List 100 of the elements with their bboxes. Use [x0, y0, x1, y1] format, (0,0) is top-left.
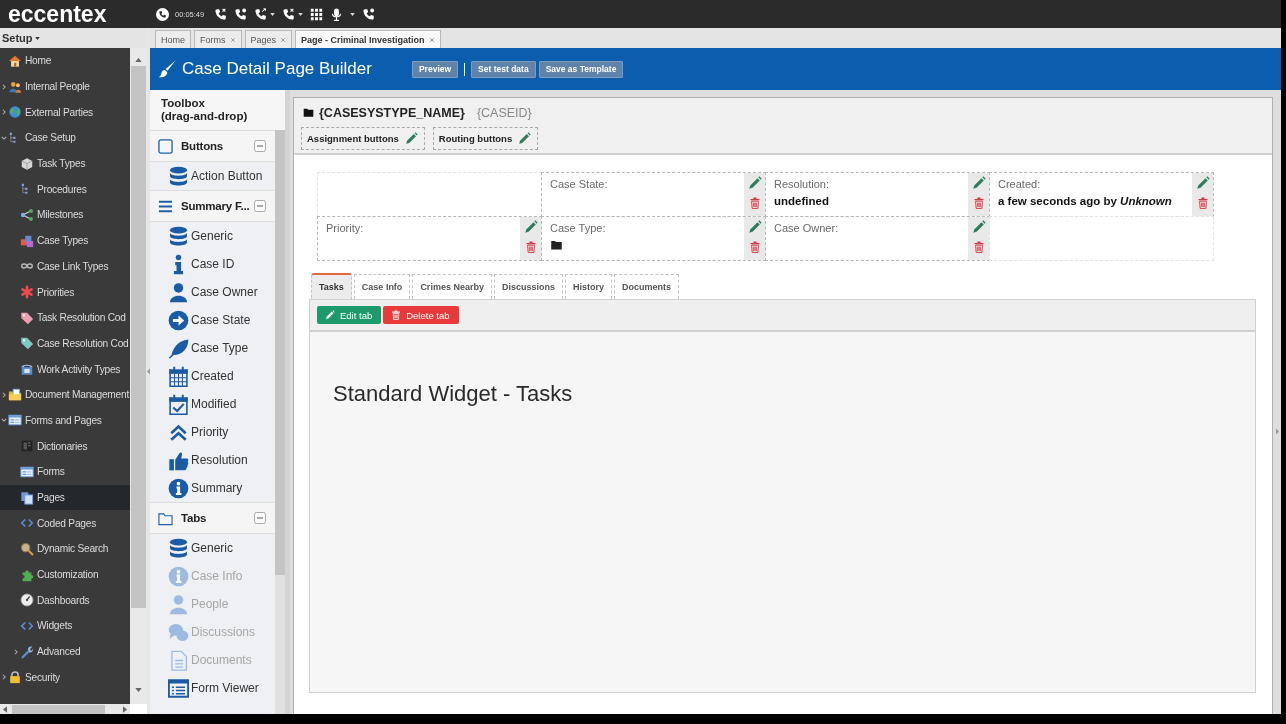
trash-icon[interactable]: [972, 196, 985, 210]
sidebar-item[interactable]: Dynamic Search: [0, 536, 130, 562]
close-icon[interactable]: [280, 36, 287, 43]
sidebar-item[interactable]: External Parties: [0, 99, 130, 126]
phone-icon[interactable]: [156, 7, 169, 21]
scrollbar[interactable]: [0, 704, 130, 714]
toolbar-button[interactable]: Set test data: [471, 60, 536, 78]
toolbox-item[interactable]: Created: [150, 362, 275, 390]
scroll-up-arrow-icon[interactable]: [135, 58, 142, 62]
chevron-right-icon[interactable]: [1, 391, 7, 398]
close-icon[interactable]: [428, 36, 435, 43]
close-icon[interactable]: [229, 36, 236, 43]
collapse-icon[interactable]: [254, 512, 266, 524]
chevron-right-icon[interactable]: [1, 674, 7, 681]
delete-tab-button[interactable]: Delete tab: [383, 306, 459, 324]
pencil-icon[interactable]: [747, 176, 762, 190]
toolbox-item[interactable]: Summary: [150, 474, 275, 502]
edit-tab-button[interactable]: Edit tab: [317, 306, 382, 324]
dialpad-icon[interactable]: [310, 7, 324, 21]
sidebar-item[interactable]: Case Setup: [0, 125, 130, 151]
pencil-icon[interactable]: [518, 132, 532, 145]
scrollbar-thumb[interactable]: [12, 704, 105, 714]
setup-menu[interactable]: Setup: [0, 28, 147, 48]
toolbox-item[interactable]: Priority: [150, 418, 275, 446]
toolbox-item[interactable]: Modified: [150, 390, 275, 418]
trash-icon[interactable]: [748, 196, 761, 210]
collapse-icon[interactable]: [254, 200, 266, 212]
tab[interactable]: Tasks: [311, 273, 352, 299]
phone-icon[interactable]: [282, 7, 296, 21]
chevron-right-icon[interactable]: [1, 109, 7, 116]
tab[interactable]: History: [564, 274, 612, 299]
expand-arrow-icon[interactable]: [1275, 428, 1279, 435]
sidebar-item[interactable]: Dashboards: [0, 587, 130, 614]
toolbox-item[interactable]: Case Owner: [150, 278, 275, 306]
sidebar-item[interactable]: Pages: [0, 484, 130, 511]
pencil-icon[interactable]: [404, 132, 418, 145]
pencil-icon[interactable]: [523, 220, 538, 234]
document-tab[interactable]: Pages: [244, 30, 293, 48]
document-tab[interactable]: Page - Criminal Investigation: [295, 30, 441, 48]
scroll-down-arrow-icon[interactable]: [135, 688, 142, 692]
scrollbar-thumb[interactable]: [275, 130, 285, 575]
chevron-right-icon[interactable]: [13, 648, 19, 655]
pencil-icon[interactable]: [971, 176, 986, 190]
scrollbar-thumb[interactable]: [131, 66, 146, 608]
scrollbar[interactable]: [130, 48, 147, 704]
sidebar-item[interactable]: Widgets: [0, 613, 130, 639]
chevron-down-icon[interactable]: [1, 134, 7, 141]
collapse-arrow-icon[interactable]: [147, 367, 150, 375]
pencil-icon[interactable]: [1195, 176, 1210, 190]
scrollbar[interactable]: [275, 130, 285, 714]
toolbox-item[interactable]: Action Button: [150, 162, 275, 190]
collapse-icon[interactable]: [254, 140, 266, 152]
toolbar-button[interactable]: Save as Template: [538, 60, 624, 78]
toolbox-item[interactable]: Case Type: [150, 334, 275, 362]
sidebar-item[interactable]: Customization: [0, 561, 130, 588]
tab[interactable]: Discussions: [493, 274, 563, 299]
sidebar-item[interactable]: Milestones: [0, 202, 130, 228]
trash-icon[interactable]: [1196, 196, 1209, 210]
sidebar-item[interactable]: Procedures: [0, 176, 130, 203]
tab[interactable]: Case Info: [353, 274, 411, 299]
tab[interactable]: Crimes Nearby: [412, 274, 492, 299]
sidebar-item[interactable]: Task Types: [0, 150, 130, 177]
trash-icon[interactable]: [748, 240, 761, 254]
document-tab[interactable]: Forms: [194, 30, 242, 48]
sidebar-item[interactable]: Internal People: [0, 73, 130, 100]
toolbox-item[interactable]: Form Viewer: [150, 674, 275, 702]
sidebar-item[interactable]: Case Link Types: [0, 253, 130, 280]
sidebar-item[interactable]: Work Activity Types: [0, 356, 130, 382]
toolbox-item[interactable]: Case State: [150, 306, 275, 334]
sidebar-item[interactable]: Case Resolution Cod: [0, 330, 130, 357]
caret-icon[interactable]: [350, 12, 356, 16]
caret-icon[interactable]: [270, 12, 276, 16]
sidebar-item[interactable]: Coded Pages: [0, 510, 130, 537]
document-tab[interactable]: Home: [155, 30, 191, 48]
scroll-left-arrow-icon[interactable]: [3, 705, 7, 713]
pencil-icon[interactable]: [971, 220, 986, 234]
chevron-down-icon[interactable]: [1, 417, 7, 424]
sidebar-item[interactable]: Dictionaries: [0, 433, 130, 459]
sidebar-item[interactable]: Forms: [0, 459, 130, 485]
trash-icon[interactable]: [524, 240, 537, 254]
sidebar-item[interactable]: Forms and Pages: [0, 407, 130, 434]
tab[interactable]: Documents: [613, 274, 679, 299]
sidebar-item[interactable]: Home: [0, 48, 130, 74]
toolbar-button[interactable]: Preview: [411, 60, 459, 78]
sidebar-item[interactable]: Priorities: [0, 279, 130, 305]
sidebar-item[interactable]: Security: [0, 664, 130, 691]
phone-icon[interactable]: [254, 7, 268, 21]
toolbox-item[interactable]: Generic: [150, 222, 275, 250]
pencil-icon[interactable]: [747, 220, 762, 234]
sidebar-item[interactable]: Document Management: [0, 381, 130, 408]
toolbox-item[interactable]: Generic: [150, 534, 275, 562]
sidebar-item[interactable]: Advanced: [0, 638, 130, 665]
sidebar-item[interactable]: Case Types: [0, 227, 130, 254]
phone-icon[interactable]: [214, 7, 228, 21]
toolbox-item[interactable]: Resolution: [150, 446, 275, 474]
phone-icon[interactable]: [362, 7, 376, 21]
sidebar-item[interactable]: Task Resolution Cod: [0, 304, 130, 331]
chevron-right-icon[interactable]: [1, 83, 7, 90]
scroll-right-arrow-icon[interactable]: [123, 705, 127, 713]
microphone-icon[interactable]: [330, 7, 344, 21]
